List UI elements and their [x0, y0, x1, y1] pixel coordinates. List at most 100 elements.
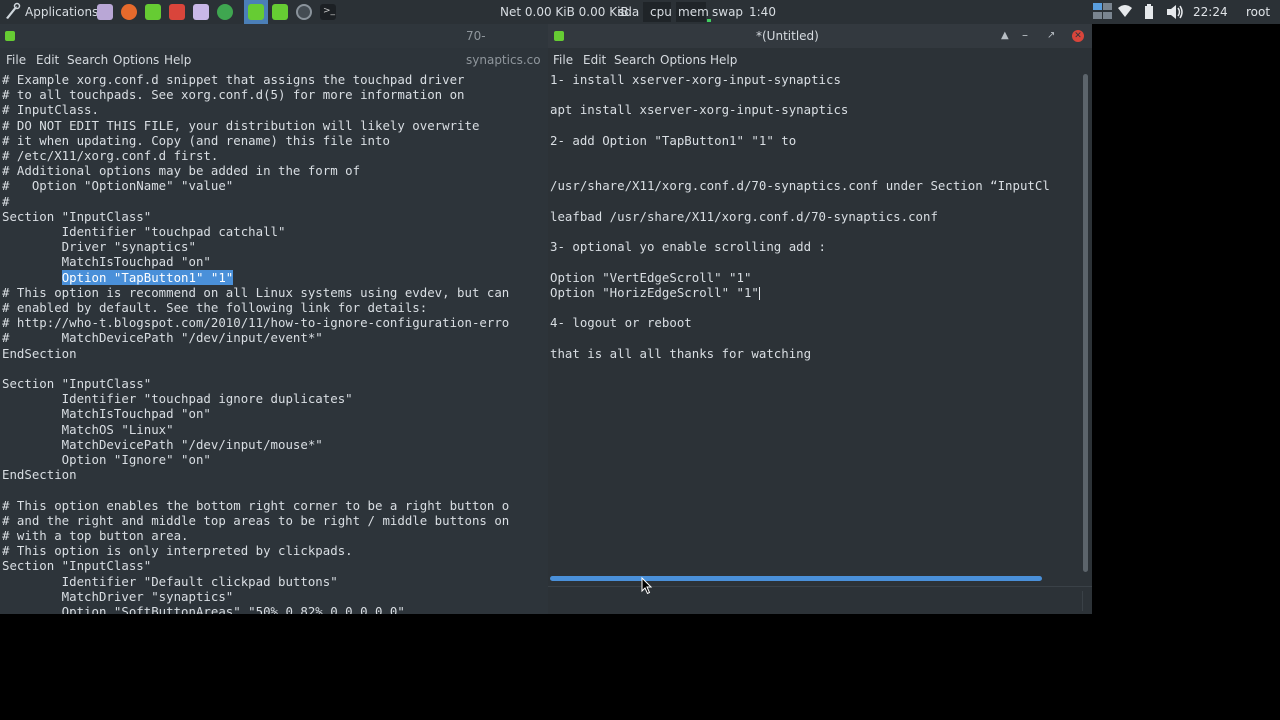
text-line: MatchOS "Linux": [2, 421, 174, 437]
text-line: #: [2, 193, 10, 209]
text-line: Option "HorizEdgeScroll" "1": [550, 284, 760, 300]
swap-indicator: [707, 19, 711, 22]
window-titlebar[interactable]: 70-synaptics.co: [0, 24, 548, 67]
menu-edit[interactable]: Edit: [36, 48, 59, 72]
text-line: apt install xserver-xorg-input-synaptics: [550, 102, 849, 118]
top-panel-tray: 22:24 root: [1092, 0, 1280, 24]
workspace-switcher-icon[interactable]: [1092, 1, 1114, 23]
terminal-icon[interactable]: >_: [320, 4, 336, 20]
text-line: # MatchDevicePath "/dev/input/event*": [2, 330, 323, 346]
text-line: Option "SoftButtonAreas" "50% 0 82% 0 0 …: [2, 604, 405, 614]
horizontal-scrollbar-thumb[interactable]: [550, 576, 1042, 581]
text-line: # and the right and middle top areas to …: [2, 512, 510, 528]
text-line: Option "VertEdgeScroll" "1": [550, 269, 752, 285]
text-line: # to all touchpads. See xorg.conf.d(5) f…: [2, 87, 465, 103]
user-menu[interactable]: root: [1246, 0, 1270, 24]
text-editor-icon[interactable]: [145, 4, 161, 20]
recording-timer: 1:40: [749, 5, 776, 19]
menu-bar: File Edit Search Options Help: [0, 48, 548, 72]
menu-search[interactable]: Search: [614, 48, 655, 72]
minimize-button-icon[interactable]: –: [1022, 24, 1028, 46]
text-line: that is all all thanks for watching: [550, 345, 812, 361]
text-line: Section "InputClass": [2, 208, 152, 224]
text-area[interactable]: # Example xorg.conf.d snippet that assig…: [0, 71, 546, 614]
text-line: Identifier "Default clickpad buttons": [2, 573, 338, 589]
applications-menu-icon[interactable]: [3, 0, 21, 24]
text-line: 2- add Option "TapButton1" "1" to: [550, 132, 797, 148]
menu-help[interactable]: Help: [164, 48, 191, 72]
applications-menu[interactable]: Applications: [25, 0, 98, 24]
file-manager-icon[interactable]: [97, 4, 113, 20]
menu-edit[interactable]: Edit: [583, 48, 606, 72]
text-line: EndSection: [2, 345, 77, 361]
notes-icon[interactable]: [272, 4, 288, 20]
wifi-icon[interactable]: [1117, 0, 1133, 24]
download-icon[interactable]: [169, 4, 185, 20]
net-monitor: Net 0.00 KiB 0.00 KiB: [500, 5, 629, 19]
horizontal-scrollbar[interactable]: [548, 574, 1092, 586]
top-panel: Applications >_ Net 0.00 KiB 0.00 KiB sd…: [0, 0, 1092, 24]
text-line: MatchDriver "synaptics": [2, 588, 234, 604]
maximize-button-icon[interactable]: ↗: [1047, 24, 1055, 48]
firefox-icon[interactable]: [121, 4, 137, 20]
battery-icon[interactable]: [1142, 0, 1156, 24]
settings-icon[interactable]: [193, 4, 209, 20]
text-line: Option "TapButton1" "1": [2, 269, 234, 285]
text-line: 4- logout or reboot: [550, 315, 692, 331]
menu-file[interactable]: File: [553, 48, 573, 72]
text-line: # Additional options may be added in the…: [2, 163, 361, 179]
text-line: # This option is only interpreted by cli…: [2, 543, 353, 559]
menu-help[interactable]: Help: [710, 48, 737, 72]
leafpad-app-icon: [554, 31, 564, 41]
chromium-icon[interactable]: [296, 4, 312, 20]
menu-bar: File Edit Search Options Help: [548, 48, 1092, 72]
leafpad-app-icon: [5, 31, 15, 41]
text-cursor: [758, 286, 760, 300]
text-line: 1- install xserver-xorg-input-synaptics: [550, 72, 841, 87]
text-line: Section "InputClass": [2, 558, 152, 574]
text-line: # with a top button area.: [2, 528, 189, 543]
text-line: MatchDevicePath "/dev/input/mouse*": [2, 436, 323, 452]
menu-options[interactable]: Options: [660, 48, 706, 72]
text-line: # This option is recommend on all Linux …: [2, 284, 510, 300]
text-line: MatchIsTouchpad "on": [2, 406, 211, 422]
menu-file[interactable]: File: [6, 48, 26, 72]
clock[interactable]: 22:24: [1193, 0, 1228, 24]
disk-monitor: sda: [618, 5, 640, 19]
volume-icon[interactable]: [1165, 0, 1185, 24]
text-line: # enabled by default. See the following …: [2, 300, 428, 315]
mem-monitor: mem: [678, 5, 709, 19]
text-line: # InputClass.: [2, 102, 99, 118]
vertical-scrollbar-thumb[interactable]: [1083, 74, 1088, 572]
text-area[interactable]: 1- install xserver-xorg-input-synaptics a…: [548, 71, 1081, 575]
text-line: # it when updating. Copy (and rename) th…: [2, 132, 390, 148]
leafpad-icon[interactable]: [244, 0, 268, 24]
text-line: # Example xorg.conf.d snippet that assig…: [2, 72, 465, 87]
window-title: *(Untitled): [756, 29, 819, 43]
text-line: MatchIsTouchpad "on": [2, 254, 211, 270]
text-line: Identifier "touchpad ignore duplicates": [2, 391, 353, 407]
text-line: # /etc/X11/xorg.conf.d first.: [2, 148, 219, 163]
text-line: # This option enables the bottom right c…: [2, 497, 510, 513]
mouse-cursor-icon: [641, 576, 653, 595]
selected-text: Option "TapButton1" "1": [61, 269, 234, 285]
text-line: # http://who-t.blogspot.com/2010/11/how-…: [2, 315, 510, 331]
text-line: # Option "OptionName" "value": [2, 178, 234, 194]
text-line: Section "InputClass": [2, 376, 152, 391]
window-titlebar[interactable]: *(Untitled) ▲ – ↗ ✕: [548, 24, 1092, 48]
close-button-icon[interactable]: ✕: [1072, 30, 1084, 42]
text-line: 3- optional yo enable scrolling add :: [550, 239, 827, 255]
menu-search[interactable]: Search: [67, 48, 108, 72]
menu-options[interactable]: Options: [113, 48, 159, 72]
browser-icon[interactable]: [217, 4, 233, 20]
leafpad-window-synaptics-conf: 70-synaptics.co File Edit Search Options…: [0, 24, 548, 614]
leafpad-window-untitled: *(Untitled) ▲ – ↗ ✕ File Edit Search Opt…: [548, 24, 1092, 614]
text-line: Identifier "touchpad catchall": [2, 224, 286, 239]
vertical-scrollbar[interactable]: [1081, 72, 1092, 574]
swap-monitor: swap: [712, 5, 744, 19]
shade-button-icon[interactable]: ▲: [1001, 24, 1009, 48]
text-line: # DO NOT EDIT THIS FILE, your distributi…: [2, 117, 480, 133]
text-line: /usr/share/X11/xorg.conf.d/70-synaptics.…: [550, 178, 1050, 194]
text-line: EndSection: [2, 467, 77, 483]
